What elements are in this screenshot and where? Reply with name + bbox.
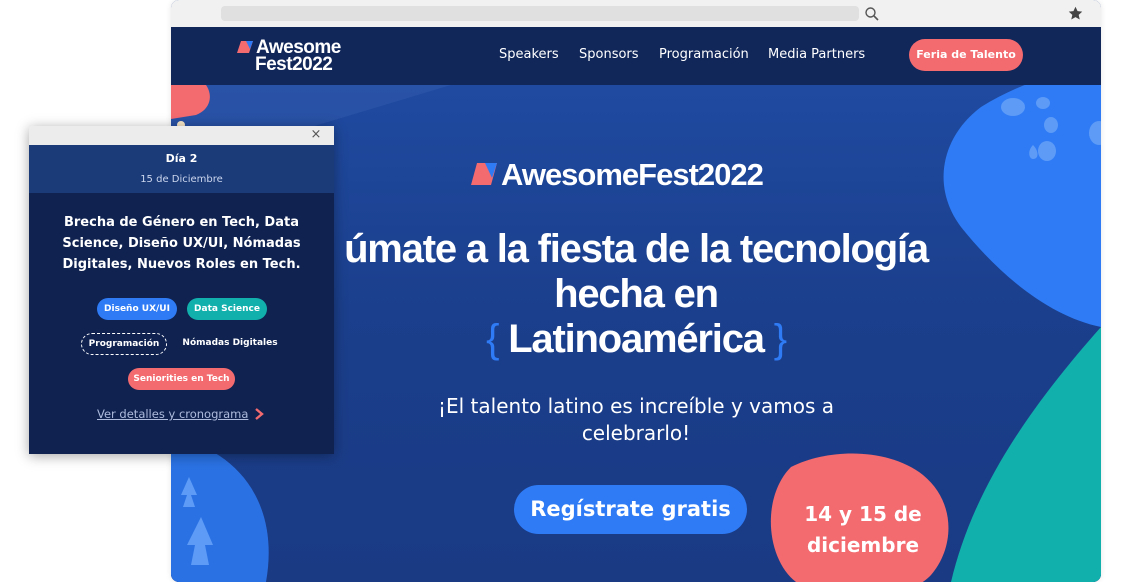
chip-diseno-ux-ui[interactable]: Diseño UX/UI (97, 298, 177, 320)
close-icon[interactable]: × (309, 128, 323, 142)
browser-toolbar (171, 0, 1101, 27)
hero-logo-text: AwesomeFest2022 (501, 157, 764, 192)
popup-topics: Brecha de Género en Tech, Data Science, … (62, 215, 301, 272)
nav-item-speakers[interactable]: Speakers (499, 47, 559, 62)
popup-day: Día 2 (165, 152, 198, 165)
logo-text-line2: Fest2022 (255, 54, 333, 75)
search-icon[interactable] (864, 6, 880, 22)
details-link[interactable]: Ver detalles y cronograma (97, 407, 248, 421)
event-date-line2: diciembre (806, 533, 920, 557)
nav-item-programacion[interactable]: Programación (659, 47, 749, 62)
headline-line-1: úmate a la fiesta de la tecnología (344, 227, 929, 271)
headline-line-3: { Latinoamérica } (301, 317, 971, 362)
popup-header: Día 2 15 de Diciembre (29, 145, 334, 193)
site-logo[interactable]: Awesome Fest2022 (237, 38, 357, 74)
nav-item-media-partners[interactable]: Media Partners (768, 47, 865, 62)
chevron-right-icon[interactable] (254, 408, 264, 420)
popup-titlebar: × (29, 126, 334, 145)
headline-highlight: Latinoamérica (508, 317, 765, 361)
popup-date: 15 de Diciembre (140, 174, 223, 185)
address-bar[interactable] (221, 6, 859, 21)
logo-mark-icon (237, 41, 253, 53)
headline-line-2: hecha en (554, 272, 719, 316)
logo-mark-icon (471, 163, 497, 185)
chip-programacion[interactable]: Programación (81, 333, 167, 355)
schedule-popup: × Día 2 15 de Diciembre Brecha de Género… (29, 126, 334, 454)
talent-fair-button[interactable]: Feria de Talento (909, 39, 1023, 71)
register-button[interactable]: Regístrate gratis (514, 485, 747, 534)
hero-subtitle: ¡El talento latino es increíble y vamos … (437, 394, 835, 445)
nav-item-sponsors[interactable]: Sponsors (579, 47, 639, 62)
hero-headline: úmate a la fiesta de la tecnología hecha… (301, 227, 971, 362)
brace-open: { (486, 317, 499, 361)
site-header: Awesome Fest2022 Speakers Sponsors Progr… (171, 27, 1101, 85)
chip-data-science[interactable]: Data Science (187, 298, 267, 320)
brace-close: } (773, 317, 787, 361)
event-date: 14 y 15 de diciembre (783, 499, 943, 561)
hero-logo: AwesomeFest2022 (471, 157, 801, 193)
chip-nomadas-digitales[interactable]: Nómadas Digitales (175, 332, 285, 354)
star-icon[interactable] (1067, 5, 1084, 22)
chip-seniorities-en-tech[interactable]: Seniorities en Tech (128, 368, 235, 390)
event-date-line1: 14 y 15 de (804, 502, 922, 526)
